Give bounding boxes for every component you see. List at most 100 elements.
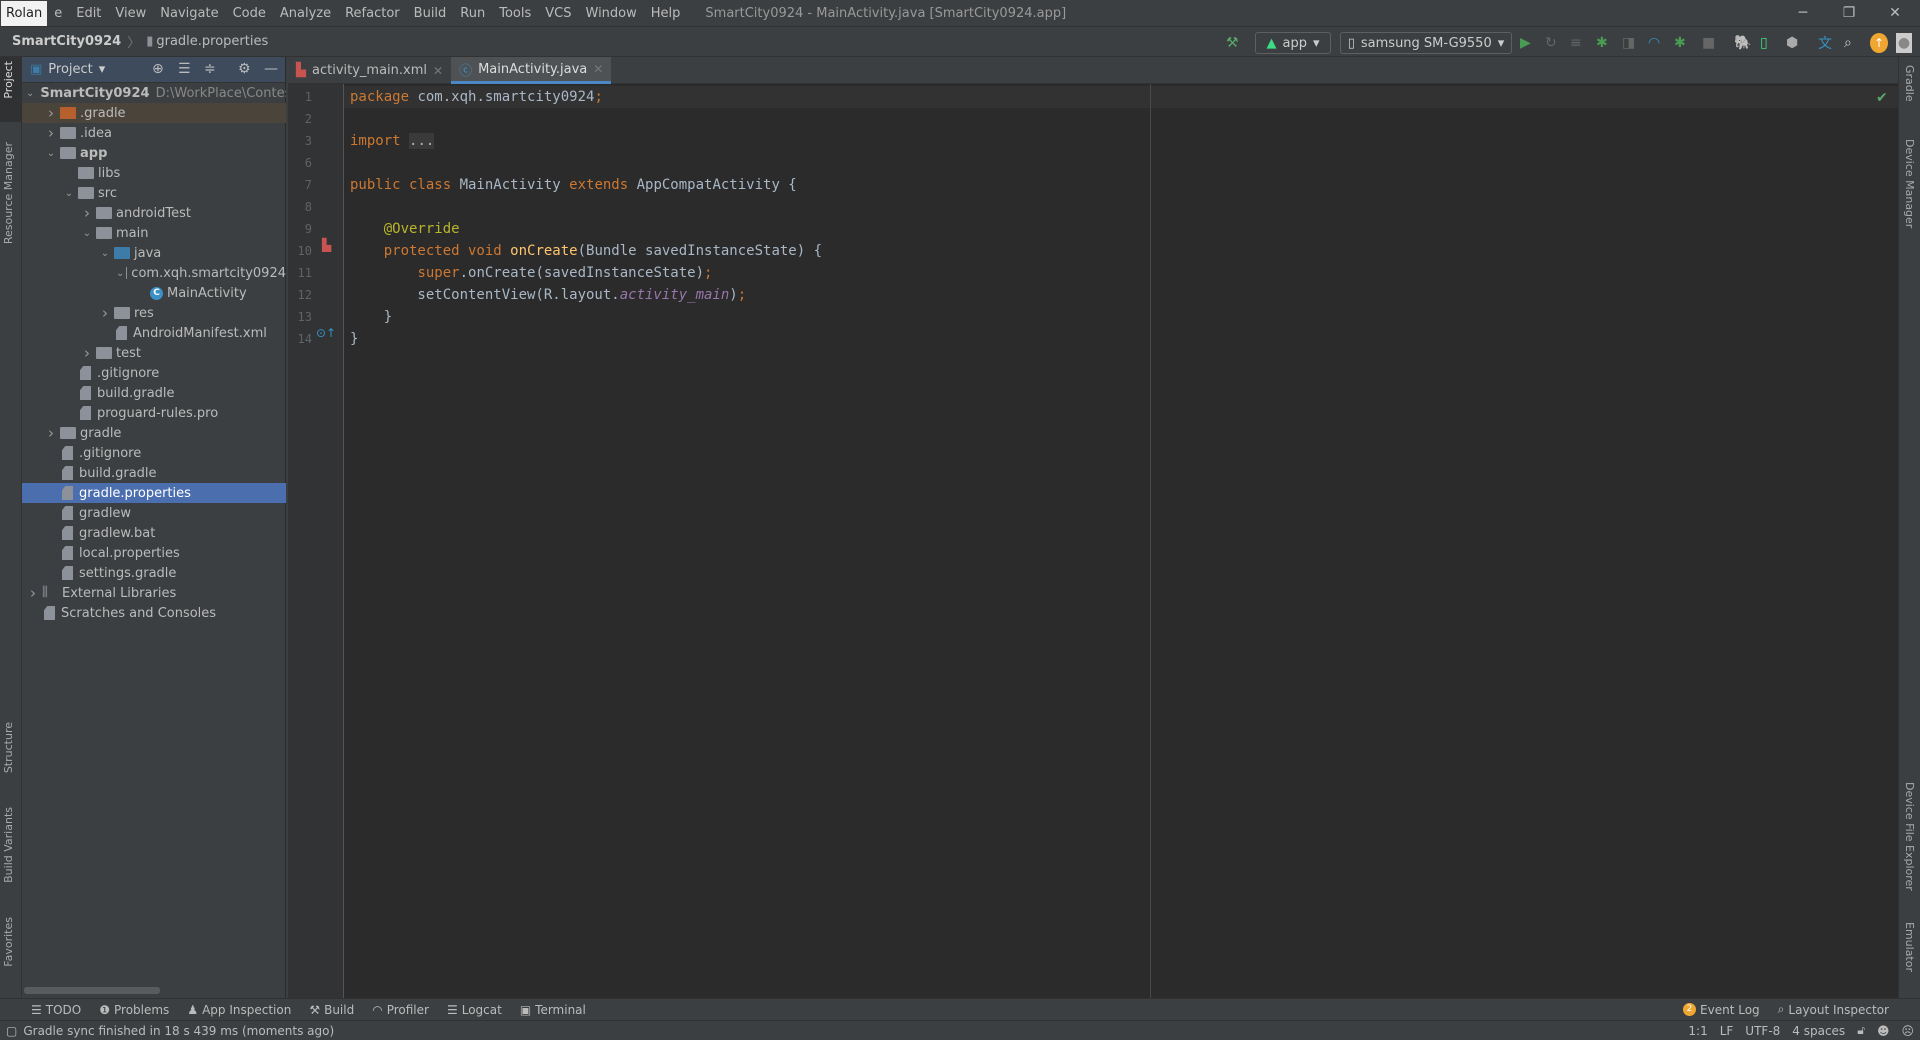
code-line[interactable]: import ...: [350, 130, 435, 152]
menu-view[interactable]: View: [108, 6, 153, 21]
horizontal-scrollbar[interactable]: [24, 987, 160, 994]
inspection-profile-icon[interactable]: ☻: [1871, 1024, 1896, 1038]
feedback-icon[interactable]: ☹: [1895, 1024, 1920, 1038]
code-line[interactable]: @Override: [350, 218, 460, 240]
tree-item[interactable]: › res: [22, 303, 286, 323]
tree-item[interactable]: › .gradle: [22, 103, 286, 123]
build-hammer-icon[interactable]: ⚒: [1226, 33, 1239, 53]
tree-item[interactable]: ⌄ src: [22, 183, 286, 203]
translate-icon[interactable]: 文: [1818, 33, 1832, 53]
device-selector[interactable]: ▯ samsung SM-G9550 ▾: [1340, 32, 1512, 54]
device-manager-tool-tab[interactable]: Device Manager: [1903, 139, 1916, 228]
tree-item[interactable]: proguard-rules.pro: [22, 403, 286, 423]
tool-profiler[interactable]: ◠ Profiler: [363, 1003, 438, 1017]
emulator-tool-tab[interactable]: Emulator: [1903, 922, 1916, 972]
tree-item[interactable]: build.gradle: [22, 383, 286, 403]
tree-item[interactable]: ⌄ SmartCity0924 D:\WorkPlace\Contest: [22, 83, 286, 103]
minimize-button[interactable]: ─: [1780, 0, 1826, 27]
search-icon[interactable]: ⌕: [1844, 33, 1852, 53]
tab-activity_main-xml[interactable]: ▙ activity_main.xml ✕: [288, 57, 451, 84]
attach-debugger-icon[interactable]: ◨: [1622, 33, 1635, 53]
tab-mainactivity-java[interactable]: ⓒ MainActivity.java ✕: [451, 57, 612, 84]
project-view-selector[interactable]: Project: [48, 62, 92, 77]
tree-item[interactable]: ⌄ java: [22, 243, 286, 263]
tree-item[interactable]: settings.gradle: [22, 563, 286, 583]
menu-e[interactable]: e: [47, 6, 69, 21]
chevron-down-icon[interactable]: ⌄: [62, 188, 76, 199]
gear-icon[interactable]: ⚙: [238, 61, 251, 77]
profiler-icon[interactable]: ◠: [1648, 33, 1660, 53]
tree-item[interactable]: › gradle: [22, 423, 286, 443]
apply-changes-icon[interactable]: ↻: [1545, 33, 1557, 53]
close-button[interactable]: ✕: [1872, 0, 1918, 27]
tree-item[interactable]: AndroidManifest.xml: [22, 323, 286, 343]
expand-all-icon[interactable]: ☰: [178, 61, 191, 77]
code-editor[interactable]: 1 2 3 6 7 8 9 10 11 12 13 14 ▙ ⊙↑ package com.xqh.s…: [288, 84, 1898, 998]
run-icon[interactable]: ▶: [1520, 33, 1531, 53]
caret-position[interactable]: 1:1: [1682, 1024, 1713, 1038]
stop-icon[interactable]: ■: [1702, 33, 1715, 53]
tree-item[interactable]: .gitignore: [22, 443, 286, 463]
event-log-button[interactable]: 2 Event Log: [1674, 1003, 1769, 1017]
close-tab-icon[interactable]: ✕: [593, 62, 603, 76]
chevron-right-icon[interactable]: ›: [44, 104, 58, 122]
menu-window[interactable]: Window: [579, 6, 644, 21]
tree-item[interactable]: ⌄ main: [22, 223, 286, 243]
override-method-icon[interactable]: ⊙↑: [316, 326, 336, 340]
status-message[interactable]: Gradle sync finished in 18 s 439 ms (mom…: [23, 1024, 334, 1038]
structure-tool-tab[interactable]: Structure: [2, 722, 15, 773]
code-line[interactable]: super.onCreate(savedInstanceState);: [350, 262, 712, 284]
sync-gradle-icon[interactable]: 🐘: [1734, 33, 1751, 53]
tree-item[interactable]: › test: [22, 343, 286, 363]
menu-vcs[interactable]: VCS: [538, 6, 578, 21]
chevron-down-icon[interactable]: ⌄: [98, 248, 112, 259]
project-tool-tab[interactable]: Project: [2, 61, 15, 99]
menu-code[interactable]: Code: [226, 6, 273, 21]
chevron-right-icon[interactable]: ›: [98, 304, 112, 322]
menu-navigate[interactable]: Navigate: [153, 6, 225, 21]
gradle-tool-tab[interactable]: Gradle: [1903, 65, 1916, 102]
menu-build[interactable]: Build: [407, 6, 454, 21]
chevron-down-icon[interactable]: ⌄: [80, 228, 94, 239]
code-line[interactable]: }: [350, 306, 392, 328]
chevron-right-icon[interactable]: ›: [44, 124, 58, 142]
related-layout-icon[interactable]: ▙: [322, 238, 331, 252]
chevron-down-icon[interactable]: ⌄: [44, 148, 58, 159]
restore-button[interactable]: ❐: [1826, 0, 1872, 27]
locate-icon[interactable]: ⊕: [152, 61, 164, 77]
sdk-manager-icon[interactable]: ⬢: [1786, 33, 1798, 53]
lock-icon[interactable]: 🔓︎: [1851, 1023, 1871, 1038]
breadcrumb-file[interactable]: gradle.properties: [156, 34, 268, 49]
chevron-down-icon[interactable]: ⌄: [26, 88, 34, 99]
line-separator[interactable]: LF: [1714, 1024, 1740, 1038]
collapse-all-icon[interactable]: ≑: [204, 61, 216, 77]
code-line[interactable]: public class MainActivity extends AppCom…: [350, 174, 797, 196]
menu-help[interactable]: Help: [644, 6, 688, 21]
apply-code-changes-icon[interactable]: ≡: [1570, 33, 1582, 53]
chevron-down-icon[interactable]: ▾: [99, 62, 106, 77]
run-config-selector[interactable]: ▲ app ▾: [1255, 32, 1331, 54]
tool-terminal[interactable]: ▣ Terminal: [511, 1003, 595, 1017]
code-line[interactable]: }: [350, 328, 358, 350]
update-icon[interactable]: ↑: [1870, 33, 1888, 53]
breadcrumb-project[interactable]: SmartCity0924: [12, 34, 121, 49]
tool-app-inspection[interactable]: ♟ App Inspection: [178, 1003, 300, 1017]
hide-icon[interactable]: —: [264, 61, 278, 77]
tree-item[interactable]: Scratches and Consoles: [22, 603, 286, 623]
device-file-explorer-tool-tab[interactable]: Device File Explorer: [1903, 782, 1916, 891]
device-manager-icon[interactable]: ▯: [1760, 33, 1768, 53]
menu-refactor[interactable]: Refactor: [338, 6, 407, 21]
tree-item[interactable]: .gitignore: [22, 363, 286, 383]
tree-item[interactable]: ⌄ app: [22, 143, 286, 163]
code-line[interactable]: protected void onCreate(Bundle savedInst…: [350, 240, 822, 262]
resource-manager-tool-tab[interactable]: Resource Manager: [2, 142, 15, 244]
code-line[interactable]: package com.xqh.smartcity0924;: [350, 86, 603, 108]
tool-problems[interactable]: ❶ Problems: [90, 1003, 178, 1017]
chevron-right-icon[interactable]: ›: [80, 344, 94, 362]
code-line[interactable]: setContentView(R.layout.activity_main);: [350, 284, 746, 306]
tree-item[interactable]: gradle.properties: [22, 483, 286, 503]
menu-tools[interactable]: Tools: [492, 6, 538, 21]
tree-item[interactable]: gradlew: [22, 503, 286, 523]
chevron-down-icon[interactable]: ⌄: [116, 268, 124, 279]
chevron-right-icon[interactable]: ›: [26, 584, 40, 602]
